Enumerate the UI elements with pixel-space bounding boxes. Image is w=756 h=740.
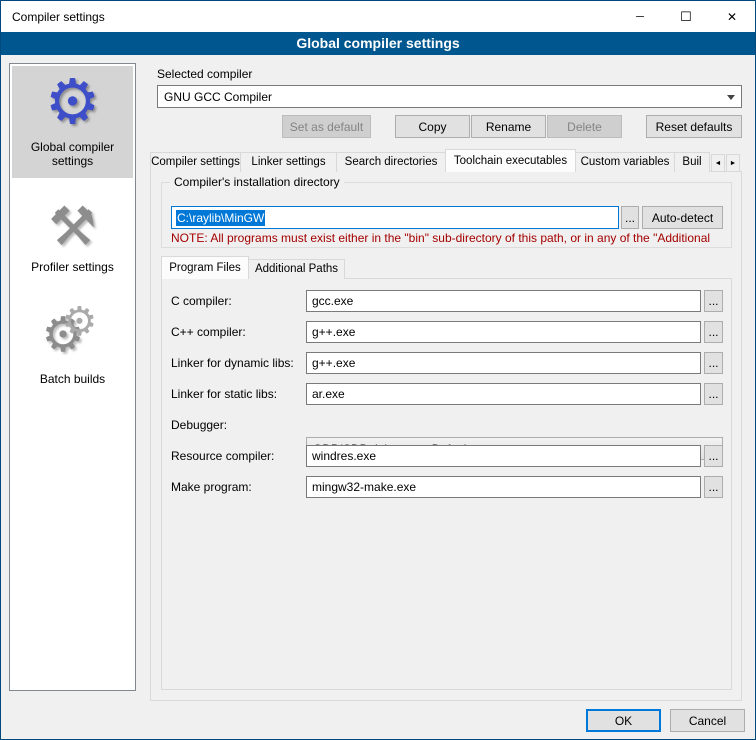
- sidebar-item-label: Global compiler settings: [14, 140, 131, 168]
- toolchain-subtabs: Program Files Additional Paths: [161, 258, 345, 279]
- resource-compiler-input[interactable]: [306, 445, 701, 467]
- page-title: Global compiler settings: [1, 32, 755, 55]
- sidebar-item-global-compiler-settings[interactable]: ⚙ Global compiler settings: [12, 66, 133, 178]
- delete-button: Delete: [547, 115, 622, 138]
- linker-dynamic-input[interactable]: [306, 352, 701, 374]
- tab-program-files[interactable]: Program Files: [161, 256, 249, 279]
- resource-compiler-browse-button[interactable]: ...: [704, 445, 723, 467]
- linker-static-label: Linker for static libs:: [171, 387, 277, 401]
- compiler-settings-dialog: Compiler settings ─ ☐ ✕ Global compiler …: [0, 0, 756, 740]
- sidebar-item-profiler-settings[interactable]: ⚒ Profiler settings: [12, 194, 133, 284]
- reset-defaults-button[interactable]: Reset defaults: [646, 115, 742, 138]
- settings-tabs: Compiler settings Linker settings Search…: [150, 151, 740, 172]
- settings-category-list: ⚙ Global compiler settings ⚒ Profiler se…: [9, 63, 136, 691]
- cpp-compiler-browse-button[interactable]: ...: [704, 321, 723, 343]
- make-program-input[interactable]: [306, 476, 701, 498]
- selected-compiler-label: Selected compiler: [157, 67, 252, 81]
- titlebar: Compiler settings ─ ☐ ✕: [1, 1, 755, 32]
- cpp-compiler-input[interactable]: [306, 321, 701, 343]
- installation-directory-value: C:\raylib\MinGW: [176, 210, 265, 226]
- tab-build-options-truncated[interactable]: Buil: [674, 152, 710, 172]
- linker-static-input[interactable]: [306, 383, 701, 405]
- installation-directory-browse-button[interactable]: ...: [621, 206, 639, 229]
- tab-linker-settings[interactable]: Linker settings: [240, 152, 337, 172]
- window-controls: ─ ☐ ✕: [617, 1, 755, 32]
- selected-compiler-dropdown[interactable]: GNU GCC Compiler: [157, 85, 742, 108]
- resource-compiler-label: Resource compiler:: [171, 449, 274, 463]
- minimize-icon[interactable]: ─: [617, 1, 663, 32]
- make-program-browse-button[interactable]: ...: [704, 476, 723, 498]
- linker-dynamic-label: Linker for dynamic libs:: [171, 356, 294, 370]
- c-compiler-input[interactable]: [306, 290, 701, 312]
- linker-static-browse-button[interactable]: ...: [704, 383, 723, 405]
- cancel-button[interactable]: Cancel: [670, 709, 745, 732]
- make-program-label: Make program:: [171, 480, 252, 494]
- selected-compiler-value: GNU GCC Compiler: [164, 90, 272, 104]
- rename-button[interactable]: Rename: [471, 115, 546, 138]
- tab-scroll-right-icon[interactable]: ►: [726, 154, 740, 172]
- tab-scroll-left-icon[interactable]: ◄: [711, 154, 725, 172]
- sidebar-item-label: Batch builds: [40, 372, 105, 386]
- debugger-label: Debugger:: [171, 418, 227, 432]
- tab-toolchain-executables[interactable]: Toolchain executables: [445, 149, 576, 172]
- sidebar-item-batch-builds[interactable]: ⚙ ⚙ Batch builds: [12, 300, 133, 396]
- cpp-compiler-label: C++ compiler:: [171, 325, 246, 339]
- set-as-default-button: Set as default: [282, 115, 371, 138]
- installation-directory-input[interactable]: C:\raylib\MinGW: [171, 206, 619, 229]
- window-title: Compiler settings: [1, 10, 105, 24]
- gear-icon: ⚙: [45, 72, 101, 134]
- linker-dynamic-browse-button[interactable]: ...: [704, 352, 723, 374]
- auto-detect-button[interactable]: Auto-detect: [642, 206, 723, 229]
- ok-button[interactable]: OK: [586, 709, 661, 732]
- close-icon[interactable]: ✕: [709, 1, 755, 32]
- hammer-icon: ⚒: [48, 200, 96, 254]
- installation-directory-group-label: Compiler's installation directory: [170, 175, 344, 189]
- c-compiler-label: C compiler:: [171, 294, 232, 308]
- sidebar-item-label: Profiler settings: [31, 260, 114, 274]
- chevron-down-icon: [727, 95, 735, 100]
- tab-search-directories[interactable]: Search directories: [336, 152, 446, 172]
- tab-additional-paths[interactable]: Additional Paths: [248, 259, 345, 279]
- copy-button[interactable]: Copy: [395, 115, 470, 138]
- gears-icon: ⚙ ⚙: [42, 306, 104, 366]
- bin-subdirectory-note: NOTE: All programs must exist either in …: [171, 231, 727, 245]
- c-compiler-browse-button[interactable]: ...: [704, 290, 723, 312]
- tab-compiler-settings[interactable]: Compiler settings: [150, 152, 241, 172]
- tab-custom-variables[interactable]: Custom variables: [575, 152, 675, 172]
- maximize-icon[interactable]: ☐: [663, 1, 709, 32]
